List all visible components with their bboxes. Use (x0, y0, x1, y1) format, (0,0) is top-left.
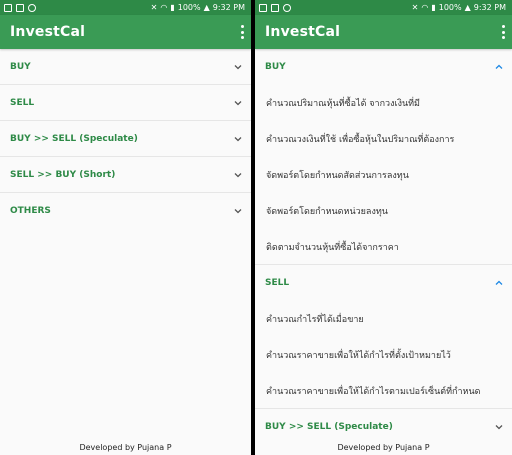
mute-icon: ✕ (150, 3, 158, 12)
battery-icon: ▮ (170, 3, 175, 12)
section-buy[interactable]: BUY (255, 49, 512, 85)
chevron-down-icon (234, 173, 242, 178)
section-buy[interactable]: BUY (0, 49, 251, 85)
chevron-up-icon (495, 64, 503, 69)
battery-icon: ▮ (431, 3, 436, 12)
signal-icon: ▲ (464, 3, 471, 12)
list-item-buy-budget[interactable]: คำนวณวงเงินที่ใช้ เพื่อซื้อหุ้นในปริมาณท… (255, 121, 512, 157)
notification-icon (4, 3, 12, 12)
list-item-portfolio-ratio[interactable]: จัดพอร์ตโดยกำหนดสัดส่วนการลงทุน (255, 157, 512, 193)
overflow-menu-icon[interactable] (239, 25, 245, 39)
alarm-icon (283, 3, 291, 12)
section-label: BUY >> SELL (Speculate) (10, 133, 138, 144)
app-bar: InvestCal (0, 15, 251, 49)
battery-percent: 100% (177, 3, 201, 12)
app-bar: InvestCal (255, 15, 512, 49)
list-item-sell-percent[interactable]: คำนวณราคาขายเพื่อให้ได้กำไรตามเปอร์เซ็นต… (255, 373, 512, 409)
image-icon (16, 3, 24, 12)
list-item-sell-profit[interactable]: คำนวณกำไรที่ได้เมื่อขาย (255, 301, 512, 337)
alarm-icon (28, 3, 36, 12)
image-icon (271, 3, 279, 12)
chevron-down-icon (234, 101, 242, 106)
section-sell[interactable]: SELL (255, 265, 512, 301)
app-title: InvestCal (265, 24, 341, 40)
left-screen: ✕ ◠ ▮ 100% ▲ 9:32 PM InvestCal BUY SELL … (0, 0, 251, 455)
section-label: SELL (10, 97, 35, 108)
status-time: 9:32 PM (212, 3, 245, 12)
chevron-up-icon (495, 280, 503, 285)
chevron-down-icon (495, 425, 503, 430)
section-sell[interactable]: SELL (0, 85, 251, 121)
list-item-portfolio-units[interactable]: จัดพอร์ตโดยกำหนดหน่วยลงทุน (255, 193, 512, 229)
status-bar: ✕ ◠ ▮ 100% ▲ 9:32 PM (0, 0, 251, 15)
mute-icon: ✕ (411, 3, 419, 12)
signal-icon: ▲ (203, 3, 210, 12)
list-item-buy-volume[interactable]: คำนวณปริมาณหุ้นที่ซื้อได้ จากวงเงินที่มี (255, 85, 512, 121)
footer-credit: Developed by Pujana P (79, 443, 172, 452)
chevron-down-icon (234, 209, 242, 214)
list-item-sell-target[interactable]: คำนวณราคาขายเพื่อให้ได้กำไรที่ตั้งเป้าหม… (255, 337, 512, 373)
status-bar: ✕ ◠ ▮ 100% ▲ 9:32 PM (255, 0, 512, 15)
section-speculate[interactable]: BUY >> SELL (Speculate) (0, 121, 251, 157)
section-label: BUY (265, 62, 286, 72)
section-short[interactable]: SELL >> BUY (Short) (0, 157, 251, 193)
wifi-icon: ◠ (160, 3, 168, 12)
app-title: InvestCal (10, 24, 86, 40)
section-label: SELL >> BUY (Short) (10, 169, 116, 180)
section-speculate[interactable]: BUY >> SELL (Speculate) (255, 409, 512, 445)
chevron-down-icon (234, 137, 242, 142)
section-label: SELL (265, 278, 290, 288)
battery-percent: 100% (438, 3, 462, 12)
right-screen: ✕ ◠ ▮ 100% ▲ 9:32 PM InvestCal BUY คำนวณ… (255, 0, 512, 455)
overflow-menu-icon[interactable] (500, 25, 506, 39)
section-label: OTHERS (10, 206, 51, 216)
section-others[interactable]: OTHERS (0, 193, 251, 229)
chevron-down-icon (234, 65, 242, 70)
section-label: BUY >> SELL (Speculate) (265, 422, 393, 432)
list-item-track-shares[interactable]: ติดตามจำนวนหุ้นที่ซื้อได้จากราคา (255, 229, 512, 265)
status-time: 9:32 PM (473, 3, 506, 12)
wifi-icon: ◠ (421, 3, 429, 12)
footer-credit: Developed by Pujana P (337, 443, 430, 452)
notification-icon (259, 3, 267, 12)
section-label: BUY (10, 61, 31, 72)
